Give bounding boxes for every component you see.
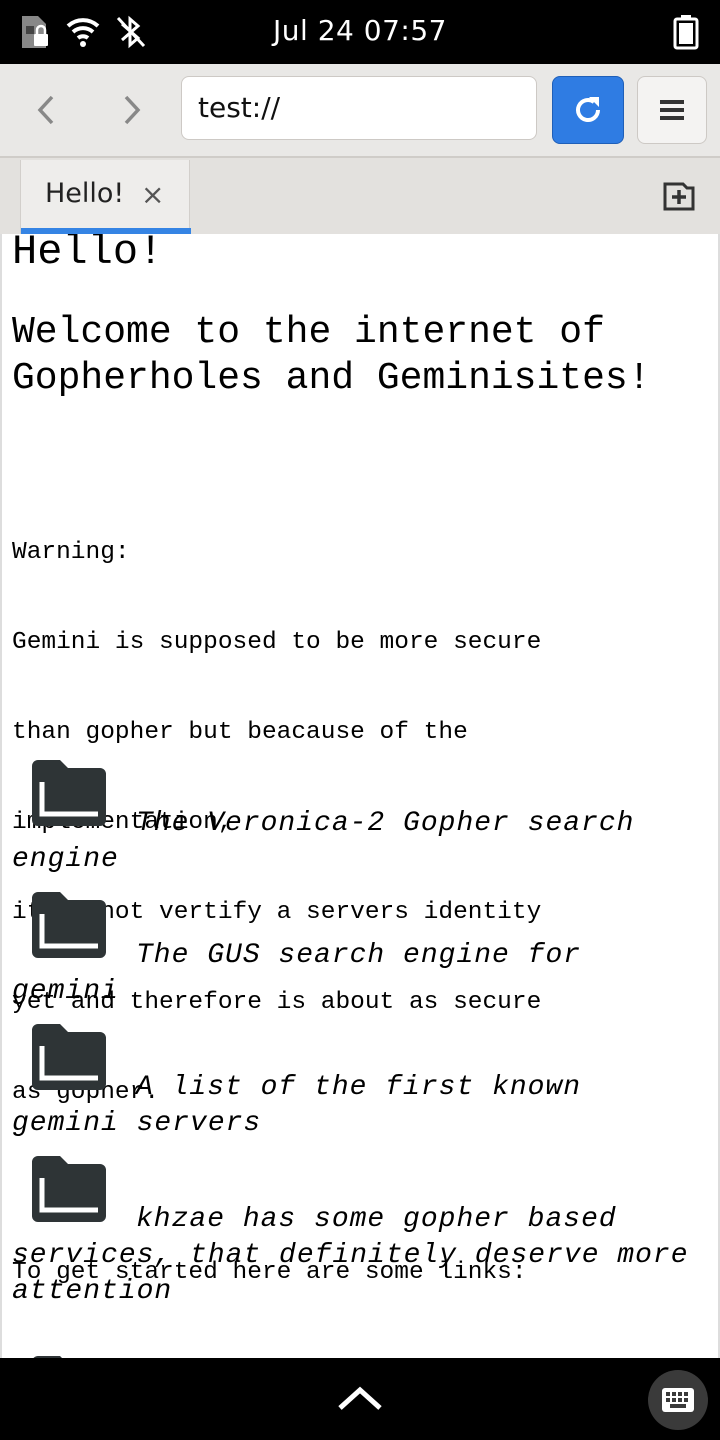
chevron-right-icon (124, 95, 141, 125)
hamburger-menu-icon (660, 100, 684, 120)
link-text[interactable]: The Veronica-2 Gopher search engine (12, 806, 702, 878)
battery-icon (672, 14, 700, 54)
link-khzae[interactable]: khzae has some gopher based services, th… (12, 1152, 702, 1312)
page-content: Hello! Welcome to the internet of Gopher… (0, 234, 720, 1358)
app-drawer-handle[interactable] (336, 1384, 384, 1416)
link-text[interactable]: A list of the first known gemini servers (12, 1070, 702, 1142)
back-button[interactable] (16, 78, 76, 142)
chevron-left-icon (37, 95, 54, 125)
tab-hello[interactable]: Hello! × (20, 160, 191, 234)
keyboard-button[interactable] (648, 1370, 708, 1430)
menu-button[interactable] (637, 76, 707, 144)
text-line: Gemini is supposed to be more secure (12, 629, 542, 656)
system-bottom-bar (0, 1358, 720, 1440)
link-text[interactable]: The GUS search engine for gemini (12, 938, 702, 1010)
url-input[interactable]: test:// (181, 76, 537, 140)
page-subheading: Welcome to the internet of Gopherholes a… (12, 311, 651, 400)
tab-label: Hello! (45, 178, 125, 209)
link-veronica[interactable]: The Veronica-2 Gopher search engine (12, 756, 702, 880)
chevron-up-icon (338, 1386, 382, 1410)
link-text[interactable]: khzae has some gopher based services, th… (12, 1202, 702, 1310)
reload-button[interactable] (552, 76, 624, 144)
page-heading: Hello! (12, 234, 164, 276)
tab-close-button[interactable]: × (141, 178, 164, 211)
status-bar: Jul 24 07:57 (0, 0, 720, 64)
keyboard-icon (662, 1388, 694, 1412)
browser-toolbar: test:// (0, 64, 720, 158)
text-line: Warning: (12, 539, 130, 566)
tab-bar: Hello! × (0, 158, 720, 235)
link-gemini-servers[interactable]: A list of the first known gemini servers (12, 1020, 702, 1144)
new-tab-button[interactable] (662, 180, 696, 216)
text-line: than gopher but beacause of the (12, 719, 468, 746)
link-gus[interactable]: The GUS search engine for gemini (12, 888, 702, 1012)
new-tab-icon (663, 182, 695, 211)
forward-button[interactable] (102, 78, 162, 142)
reload-icon (576, 97, 600, 122)
status-clock: Jul 24 07:57 (273, 14, 447, 47)
folder-icon-partial (28, 1346, 110, 1358)
